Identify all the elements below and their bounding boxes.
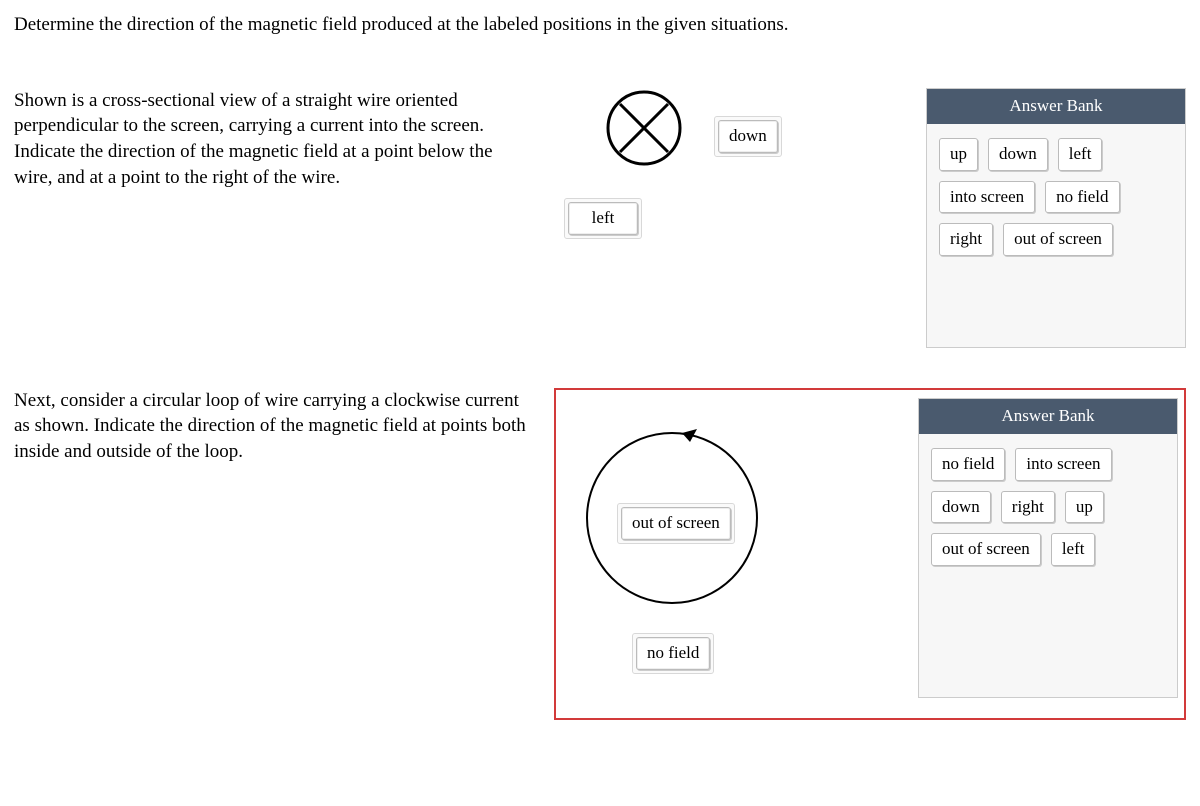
q1-bank-body: up down left into screen no field right … [927,124,1185,275]
page-instruction: Determine the direction of the magnetic … [14,12,1186,38]
q2-error-frame: out of screen no field Answer Bank no fi… [554,388,1186,720]
question-1: Shown is a cross-sectional view of a str… [14,88,1186,348]
q2-bank-body: no field into screen down right up out o… [919,434,1177,585]
answer-chip[interactable]: out of screen [931,533,1041,566]
answer-chip[interactable]: down [931,491,991,524]
q2-answer-bank: Answer Bank no field into screen down ri… [918,398,1178,698]
wire-into-screen-icon [604,88,684,168]
q2-drop-inside-value: out of screen [621,507,731,540]
q1-bank-title: Answer Bank [927,89,1185,124]
answer-chip[interactable]: out of screen [1003,223,1113,256]
q1-prompt: Shown is a cross-sectional view of a str… [14,88,534,348]
answer-chip[interactable]: right [1001,491,1055,524]
q1-answer-bank: Answer Bank up down left into screen no … [926,88,1186,348]
answer-chip[interactable]: up [1065,491,1104,524]
q1-drop-right-value: down [718,120,778,153]
q2-drop-inside-loop[interactable]: out of screen [617,503,735,544]
q2-bank-title: Answer Bank [919,399,1177,434]
answer-chip[interactable]: no field [931,448,1005,481]
answer-chip[interactable]: up [939,138,978,171]
q1-drop-below-value: left [568,202,638,235]
q2-prompt: Next, consider a circular loop of wire c… [14,388,534,720]
q2-diagram-area: out of screen no field [562,398,898,698]
answer-chip[interactable]: down [988,138,1048,171]
answer-chip[interactable]: right [939,223,993,256]
answer-chip[interactable]: left [1051,533,1096,566]
q1-drop-right-of-wire[interactable]: down [714,116,782,157]
q1-drop-below-wire[interactable]: left [564,198,642,239]
question-2: Next, consider a circular loop of wire c… [14,388,1186,720]
q2-drop-outside-value: no field [636,637,710,670]
answer-chip[interactable]: left [1058,138,1103,171]
q2-drop-outside-loop[interactable]: no field [632,633,714,674]
answer-chip[interactable]: into screen [1015,448,1111,481]
answer-chip[interactable]: into screen [939,181,1035,214]
answer-chip[interactable]: no field [1045,181,1119,214]
q1-diagram-area: down left [554,88,906,348]
